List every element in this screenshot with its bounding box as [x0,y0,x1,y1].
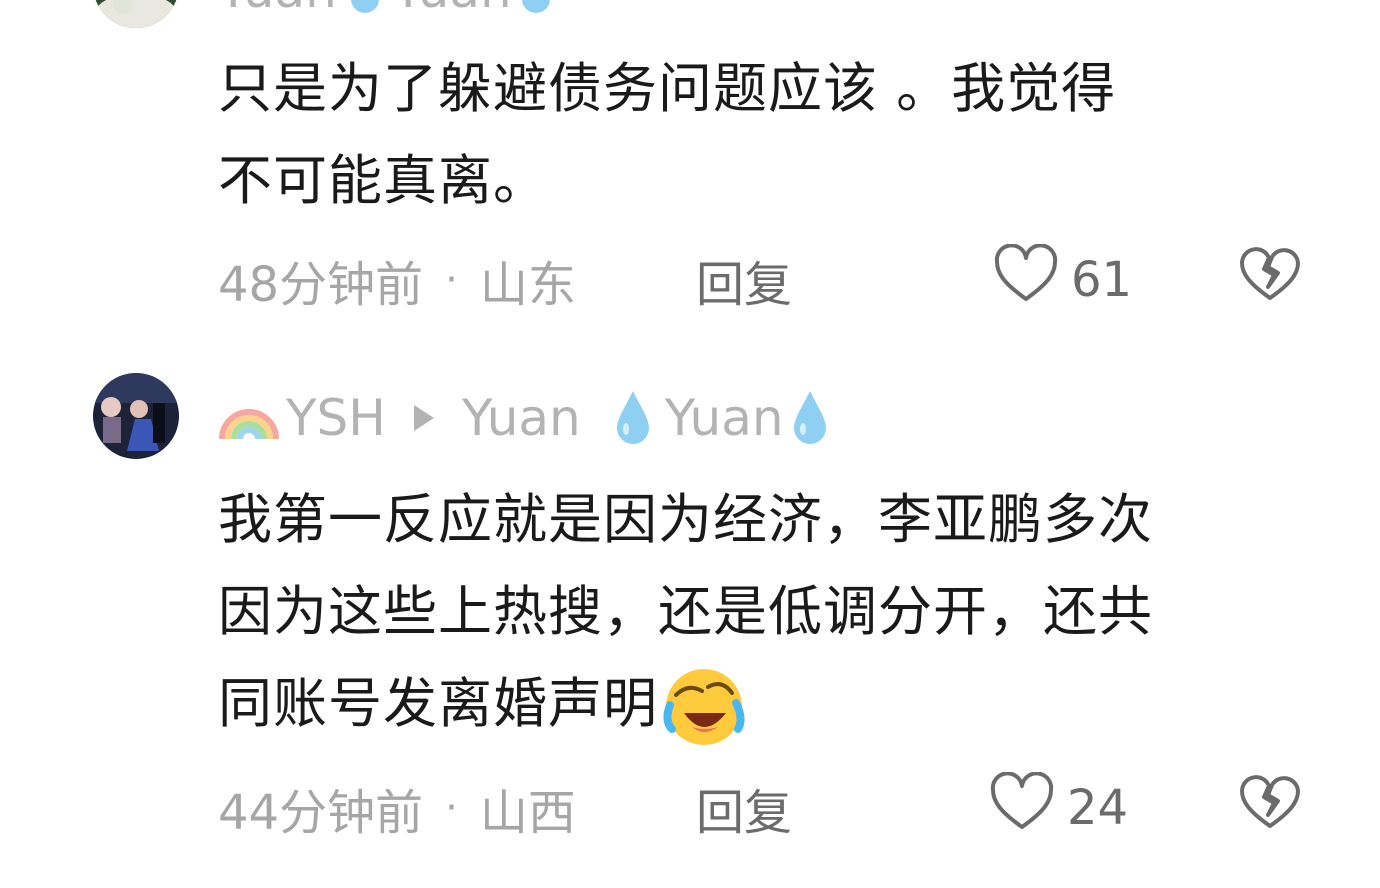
dislike-button[interactable] [1238,245,1302,315]
username-part: YSH [286,389,386,447]
comment-meta: 48分钟前 · 山东 回复 61 [218,243,1318,316]
dislike-button[interactable] [1238,773,1302,843]
comment-text: 我第一反应就是因为经济，李亚鹏多次 因为这些上热搜，还是低调分开，还共 同账号发… [218,474,1318,750]
comment-text-line: 因为这些上热搜，还是低调分开，还共 [218,580,1153,643]
avatar[interactable] [93,373,179,459]
username[interactable]: YSH Yuan Yuan [218,383,830,453]
heart-outline-icon [993,243,1059,316]
droplet-icon [518,0,554,15]
droplet-icon [613,389,653,447]
rolling-laughing-emoji-icon [662,665,746,749]
comment-text-line-wrap: 同账号发离婚声明 [218,658,1318,750]
username[interactable]: Yuan Yuan [218,0,554,25]
play-arrow-icon [410,401,438,435]
like-button[interactable]: 24 [989,771,1129,844]
droplet-icon [790,389,830,447]
comment-location: 山东 [479,257,576,313]
separator-dot: · [445,257,458,303]
avatar[interactable] [93,0,179,28]
comment-meta: 44分钟前 · 山西 回复 24 [218,771,1318,844]
like-count: 24 [1067,780,1129,836]
comment-text: 只是为了躲避债务问题应该 。我觉得 不可能真离。 [218,43,1318,227]
comment-text-line: 我第一反应就是因为经济，李亚鹏多次 [218,488,1153,551]
comment-time: 48分钟前 [218,257,424,313]
username-part: Yuan [218,0,337,19]
rainbow-emoji-icon [218,393,280,443]
broken-heart-icon [1238,773,1302,843]
username-part: Yuan [664,389,784,447]
droplet-icon [347,0,383,15]
like-button[interactable]: 61 [993,243,1133,316]
username-part: Yuan [461,389,581,447]
comment-text-line: 同账号发离婚声明 [218,672,658,735]
like-count: 61 [1071,252,1133,308]
reply-button[interactable]: 回复 [696,245,792,315]
heart-outline-icon [989,771,1055,844]
broken-heart-icon [1238,245,1302,315]
reply-button[interactable]: 回复 [696,773,792,843]
comment-text-line: 不可能真离。 [218,149,548,212]
comment-location: 山西 [479,785,576,841]
separator-dot: · [445,785,458,831]
comment-text-line: 只是为了躲避债务问题应该 。我觉得 [218,57,1117,120]
username-part: Yuan [393,0,512,19]
comment-time: 44分钟前 [218,785,424,841]
